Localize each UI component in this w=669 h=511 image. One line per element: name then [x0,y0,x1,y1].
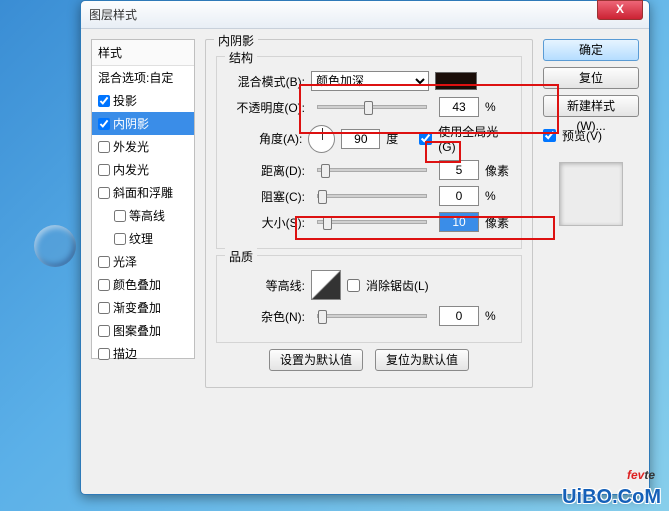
style-checkbox[interactable] [98,302,110,314]
group-title: 内阴影 [214,32,258,49]
style-checkbox[interactable] [114,233,126,245]
layer-style-dialog: 图层样式 X 样式 混合选项:自定 投影内阴影外发光内发光斜面和浮雕等高线纹理光… [80,0,650,495]
effect-settings: 内阴影 结构 混合模式(B): 颜色加深 不透明度(O): 43 % [205,39,533,484]
style-checkbox[interactable] [114,210,126,222]
watermark-fevte: fevte [627,462,655,485]
size-input[interactable]: 10 [439,212,479,232]
style-item-11[interactable]: 描边 [92,342,194,365]
style-item-6[interactable]: 纹理 [92,227,194,250]
opacity-slider[interactable] [317,105,427,109]
choke-input[interactable]: 0 [439,186,479,206]
blend-mode-row: 混合模式(B): 颜色加深 [225,71,513,91]
style-checkbox[interactable] [98,141,110,153]
style-checkbox[interactable] [98,256,110,268]
style-item-4[interactable]: 斜面和浮雕 [92,181,194,204]
styles-header[interactable]: 样式 [92,40,194,66]
blend-options-row[interactable]: 混合选项:自定 [92,66,194,89]
style-checkbox[interactable] [98,187,110,199]
style-item-3[interactable]: 内发光 [92,158,194,181]
style-checkbox[interactable] [98,279,110,291]
style-label: 斜面和浮雕 [113,184,173,201]
style-label: 内阴影 [113,115,149,132]
style-item-9[interactable]: 渐变叠加 [92,296,194,319]
opacity-input[interactable]: 43 [439,97,479,117]
style-checkbox[interactable] [98,118,110,130]
watermark-uibo: UiBO.CoM [562,486,661,509]
ok-button[interactable]: 确定 [543,39,639,61]
color-swatch[interactable] [435,72,477,90]
style-label: 渐变叠加 [113,299,161,316]
cancel-button[interactable]: 复位 [543,67,639,89]
style-item-10[interactable]: 图案叠加 [92,319,194,342]
noise-slider[interactable] [317,314,427,318]
preview-checkbox[interactable] [543,129,556,142]
styles-panel: 样式 混合选项:自定 投影内阴影外发光内发光斜面和浮雕等高线纹理光泽颜色叠加渐变… [91,39,195,484]
style-label: 光泽 [113,253,137,270]
opacity-row: 不透明度(O): 43 % [225,97,513,117]
quality-group: 品质 等高线: 消除锯齿(L) 杂色(N): 0 % [216,255,522,343]
distance-row: 距离(D): 5 像素 [225,160,513,180]
style-checkbox[interactable] [98,325,110,337]
contour-row: 等高线: 消除锯齿(L) [225,270,513,300]
style-item-2[interactable]: 外发光 [92,135,194,158]
style-checkbox[interactable] [98,95,110,107]
contour-picker[interactable] [311,270,341,300]
style-item-7[interactable]: 光泽 [92,250,194,273]
angle-dial[interactable] [308,125,335,153]
blend-mode-select[interactable]: 颜色加深 [311,71,429,91]
antialias-label: 消除锯齿(L) [366,277,429,294]
size-slider[interactable] [317,220,427,224]
style-label: 纹理 [129,230,153,247]
noise-input[interactable]: 0 [439,306,479,326]
preview-label: 预览(V) [562,127,602,144]
close-button[interactable]: X [597,0,643,20]
action-panel: 确定 复位 新建样式(W)... 预览(V) [543,39,639,484]
distance-slider[interactable] [317,168,427,172]
style-label: 外发光 [113,138,149,155]
style-label: 颜色叠加 [113,276,161,293]
choke-row: 阻塞(C): 0 % [225,186,513,206]
distance-input[interactable]: 5 [439,160,479,180]
style-label: 等高线 [129,207,165,224]
global-light-checkbox[interactable] [419,132,432,145]
style-checkbox[interactable] [98,164,110,176]
angle-input[interactable]: 90 [341,129,380,149]
style-label: 描边 [113,345,137,362]
window-title: 图层样式 [89,6,137,23]
defaults-row: 设置为默认值 复位为默认值 [216,349,522,371]
size-row: 大小(S): 10 像素 [225,212,513,232]
new-style-button[interactable]: 新建样式(W)... [543,95,639,117]
style-label: 投影 [113,92,137,109]
style-item-0[interactable]: 投影 [92,89,194,112]
style-item-8[interactable]: 颜色叠加 [92,273,194,296]
style-checkbox[interactable] [98,348,110,360]
style-label: 图案叠加 [113,322,161,339]
preview-swatch [559,162,623,226]
reset-default-button[interactable]: 复位为默认值 [375,349,469,371]
global-light-label: 使用全局光(G) [438,123,513,154]
style-label: 内发光 [113,161,149,178]
style-item-5[interactable]: 等高线 [92,204,194,227]
set-default-button[interactable]: 设置为默认值 [269,349,363,371]
structure-group: 结构 混合模式(B): 颜色加深 不透明度(O): 43 % 角度(A): [216,56,522,249]
choke-slider[interactable] [317,194,427,198]
titlebar[interactable]: 图层样式 X [81,1,649,29]
noise-row: 杂色(N): 0 % [225,306,513,326]
antialias-checkbox[interactable] [347,279,360,292]
inner-shadow-group: 内阴影 结构 混合模式(B): 颜色加深 不透明度(O): 43 % [205,39,533,388]
desktop-bubble [34,225,76,267]
style-item-1[interactable]: 内阴影 [92,112,194,135]
angle-row: 角度(A): 90 度 使用全局光(G) [225,123,513,154]
